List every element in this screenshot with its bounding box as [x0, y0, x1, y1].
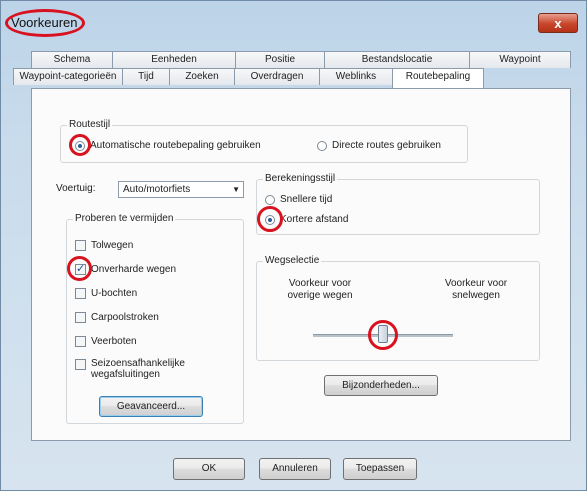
- radio-snellere-tijd[interactable]: Snellere tijd: [265, 194, 332, 205]
- check-ubochten-box[interactable]: [75, 288, 86, 299]
- slider-right-label: Voorkeur voor snelwegen: [444, 278, 508, 301]
- voertuig-label-row: Voertuig:: [56, 183, 95, 194]
- tab-bestandslocatie[interactable]: Bestandslocatie: [324, 51, 470, 68]
- berekeningsstijl-group: Berekeningsstijl Snellere tijd Kortere a…: [256, 173, 540, 235]
- voertuig-label: Voertuig:: [56, 183, 96, 194]
- routestijl-label: Routestijl: [67, 119, 113, 130]
- radio-kortere-afstand[interactable]: Kortere afstand: [265, 214, 348, 225]
- wegselectie-group: Wegselectie Voorkeur voor overige wegen …: [256, 255, 540, 361]
- tab-schema[interactable]: Schema: [31, 51, 113, 68]
- check-onverharde-box[interactable]: [75, 262, 86, 275]
- radio-direct-label: Directe routes gebruiken: [332, 140, 441, 151]
- tab-zoeken[interactable]: Zoeken: [169, 68, 235, 85]
- tab-tijd[interactable]: Tijd: [122, 68, 170, 85]
- cancel-button[interactable]: Annuleren: [259, 458, 331, 480]
- bijzonderheden-button[interactable]: Bijzonderheden...: [324, 375, 438, 396]
- radio-snellere-label: Snellere tijd: [280, 194, 333, 205]
- routebepaling-panel: Routestijl Automatische routebepaling ge…: [31, 88, 571, 441]
- radio-kortere-label: Kortere afstand: [280, 214, 349, 225]
- tab-overdragen[interactable]: Overdragen: [234, 68, 320, 85]
- voertuig-select[interactable]: Auto/motorfiets ▼: [118, 181, 244, 198]
- close-button[interactable]: x: [538, 13, 578, 33]
- radio-direct-routes[interactable]: Directe routes gebruiken: [317, 140, 441, 151]
- check-tolwegen-box[interactable]: [75, 240, 86, 251]
- tab-positie[interactable]: Positie: [235, 51, 325, 68]
- wegselectie-slider-thumb[interactable]: [378, 325, 388, 343]
- tab-eenheden[interactable]: Eenheden: [112, 51, 236, 68]
- check-veerboten[interactable]: Veerboten: [75, 336, 137, 347]
- preferences-window: Voorkeuren x Schema Eenheden Positie Bes…: [0, 0, 587, 491]
- voertuig-value: Auto/motorfiets: [123, 184, 191, 195]
- radio-automatic-indicator[interactable]: [75, 140, 85, 151]
- tab-row-2: Waypoint-categorieën Tijd Zoeken Overdra…: [13, 68, 484, 88]
- radio-kortere-indicator[interactable]: [265, 214, 275, 225]
- tab-row-1: Schema Eenheden Positie Bestandslocatie …: [31, 51, 571, 68]
- check-tolwegen[interactable]: Tolwegen: [75, 240, 133, 251]
- check-carpool-label: Carpoolstroken: [91, 312, 159, 323]
- check-seizoens[interactable]: Seizoensafhankelijke wegafsluitingen: [75, 358, 221, 380]
- check-seizoens-label: Seizoensafhankelijke wegafsluitingen: [91, 358, 185, 380]
- vermijden-label: Proberen te vermijden: [73, 213, 176, 224]
- apply-button[interactable]: Toepassen: [343, 458, 417, 480]
- radio-snellere-indicator[interactable]: [265, 194, 275, 205]
- slider-left-label: Voorkeur voor overige wegen: [287, 278, 353, 301]
- radio-automatic-route[interactable]: Automatische routebepaling gebruiken: [75, 140, 261, 151]
- check-onverharde-wegen[interactable]: Onverharde wegen: [75, 262, 177, 275]
- check-carpool-box[interactable]: [75, 312, 86, 323]
- wegselectie-label: Wegselectie: [263, 255, 322, 266]
- check-u-bochten[interactable]: U-bochten: [75, 288, 137, 299]
- tab-waypoint[interactable]: Waypoint: [469, 51, 571, 68]
- tab-weblinks[interactable]: Weblinks: [319, 68, 393, 85]
- tab-waypoint-categorieen[interactable]: Waypoint-categorieën: [13, 68, 123, 85]
- chevron-down-icon: ▼: [232, 185, 240, 194]
- check-tolwegen-label: Tolwegen: [91, 240, 134, 251]
- berekeningsstijl-label: Berekeningsstijl: [263, 173, 338, 184]
- radio-automatic-label: Automatische routebepaling gebruiken: [90, 140, 261, 151]
- radio-direct-indicator[interactable]: [317, 140, 327, 151]
- check-veerboten-label: Veerboten: [91, 336, 137, 347]
- check-carpoolstroken[interactable]: Carpoolstroken: [75, 312, 159, 323]
- ok-button[interactable]: OK: [173, 458, 245, 480]
- title-bar[interactable]: Voorkeuren x: [1, 1, 586, 39]
- vermijden-group: Proberen te vermijden Tolwegen Onverhard…: [66, 213, 244, 424]
- window-title: Voorkeuren: [11, 15, 78, 30]
- close-icon: x: [554, 15, 562, 31]
- check-ubochten-label: U-bochten: [91, 288, 138, 299]
- check-seizoens-box[interactable]: [75, 359, 86, 370]
- tab-routebepaling[interactable]: Routebepaling: [392, 68, 484, 88]
- routestijl-group: Routestijl Automatische routebepaling ge…: [60, 119, 468, 163]
- check-onverharde-label: Onverharde wegen: [91, 264, 177, 275]
- check-veerboten-box[interactable]: [75, 336, 86, 347]
- geavanceerd-button[interactable]: Geavanceerd...: [99, 396, 203, 417]
